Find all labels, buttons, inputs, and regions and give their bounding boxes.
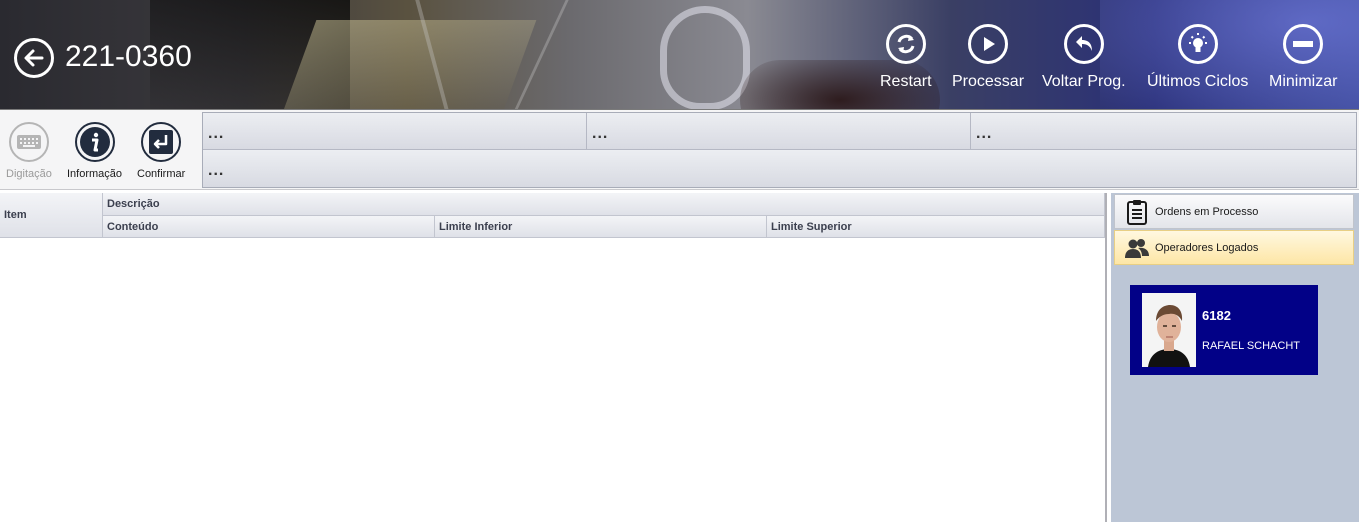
info-cell: ... bbox=[203, 150, 1356, 187]
operator-name: RAFAEL SCHACHT bbox=[1202, 340, 1301, 352]
tab-label: Ordens em Processo bbox=[1155, 205, 1259, 218]
column-header-conteudo[interactable]: Conteúdo bbox=[103, 216, 435, 238]
play-icon bbox=[984, 37, 996, 51]
info-grid: ... ... ... ... bbox=[202, 112, 1357, 188]
enter-icon bbox=[149, 130, 174, 154]
data-table: Item Descrição Conteúdo Limite Inferior … bbox=[0, 193, 1107, 522]
info-cell: ... bbox=[203, 113, 587, 150]
header-background-ring bbox=[660, 6, 750, 109]
minimizar-button[interactable]: Minimizar bbox=[1269, 24, 1337, 91]
back-arrow-icon bbox=[24, 49, 44, 67]
digitacao-button-circle bbox=[8, 122, 49, 162]
minus-icon bbox=[1293, 41, 1314, 47]
digitacao-button[interactable]: Digitação bbox=[6, 122, 52, 180]
minimizar-button-circle bbox=[1283, 24, 1324, 64]
informacao-button-circle bbox=[74, 122, 115, 162]
voltar-prog-button[interactable]: Voltar Prog. bbox=[1042, 24, 1126, 91]
minimizar-label: Minimizar bbox=[1269, 73, 1338, 90]
tab-operadores-logados[interactable]: Operadores Logados bbox=[1114, 230, 1354, 265]
operator-id: 6182 bbox=[1202, 308, 1231, 323]
header-background-light bbox=[283, 20, 537, 109]
informacao-button[interactable]: Informação bbox=[67, 122, 122, 180]
lightbulb-icon bbox=[1188, 33, 1207, 52]
info-cell: ... bbox=[971, 113, 1356, 150]
page-title: 221-0360 bbox=[65, 40, 192, 73]
info-icon bbox=[79, 127, 110, 157]
processar-button[interactable]: Processar bbox=[952, 24, 1024, 91]
processar-label: Processar bbox=[952, 73, 1025, 90]
confirmar-button[interactable]: Confirmar bbox=[137, 122, 185, 180]
tab-ordens-em-processo[interactable]: Ordens em Processo bbox=[1114, 194, 1354, 229]
column-header-limite-superior[interactable]: Limite Superior bbox=[767, 216, 1105, 238]
ultimos-ciclos-button[interactable]: Últimos Ciclos bbox=[1147, 24, 1248, 91]
processar-button-circle bbox=[968, 24, 1009, 64]
column-header-item[interactable]: Item bbox=[0, 193, 103, 238]
column-header-limite-inferior[interactable]: Limite Inferior bbox=[435, 216, 767, 238]
ultimos-ciclos-label: Últimos Ciclos bbox=[1147, 73, 1249, 90]
voltar-prog-label: Voltar Prog. bbox=[1042, 73, 1126, 90]
operator-card[interactable]: 6182 RAFAEL SCHACHT bbox=[1130, 285, 1318, 375]
voltar-prog-button-circle bbox=[1063, 24, 1104, 64]
restart-label: Restart bbox=[880, 73, 932, 90]
column-header-descricao[interactable]: Descrição bbox=[103, 193, 1105, 216]
info-cell: ... bbox=[587, 113, 971, 150]
informacao-label: Informação bbox=[67, 168, 123, 180]
users-icon bbox=[1125, 237, 1149, 259]
operator-photo bbox=[1142, 293, 1196, 367]
clipboard-icon bbox=[1125, 199, 1149, 225]
header-bar: 221-0360 Restart Processar Voltar Prog. bbox=[0, 0, 1359, 110]
tab-label: Operadores Logados bbox=[1155, 241, 1259, 254]
back-button[interactable] bbox=[14, 38, 54, 78]
confirmar-label: Confirmar bbox=[137, 168, 186, 180]
ultimos-ciclos-button-circle bbox=[1177, 24, 1218, 64]
undo-arrow-icon bbox=[1075, 36, 1092, 51]
toolbar: Digitação Informação Confirmar ... ... .… bbox=[0, 110, 1359, 190]
confirmar-button-circle bbox=[141, 122, 182, 162]
restart-button[interactable]: Restart bbox=[880, 24, 932, 91]
restart-button-circle bbox=[885, 24, 926, 64]
digitacao-label: Digitação bbox=[6, 168, 52, 180]
refresh-icon bbox=[897, 34, 915, 54]
keyboard-icon bbox=[16, 135, 41, 149]
side-panel: Ordens em Processo Operadores Logados 61… bbox=[1111, 193, 1359, 522]
